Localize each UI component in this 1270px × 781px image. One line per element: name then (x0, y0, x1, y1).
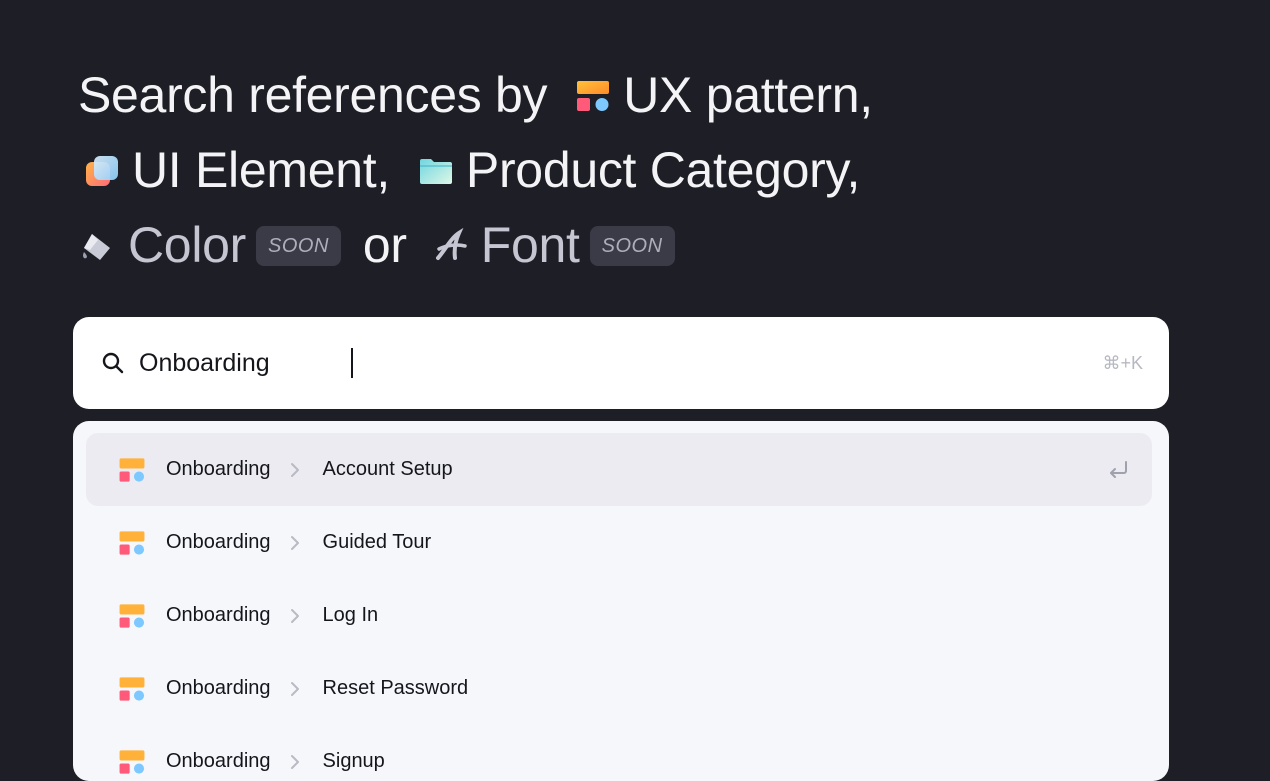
result-category: Onboarding (166, 677, 271, 699)
chevron-right-icon (290, 535, 299, 550)
product-category-link[interactable]: Product Category, (466, 133, 860, 208)
ux-pattern-icon (119, 457, 145, 482)
search-icon (102, 352, 124, 374)
keyboard-shortcut-hint: ⌘+K (1102, 352, 1143, 373)
result-row[interactable]: Onboarding Signup (86, 725, 1152, 781)
ui-element-icon (86, 155, 118, 186)
result-item: Log In (322, 604, 379, 626)
color-label: Color (128, 217, 246, 273)
text-caret (351, 348, 353, 378)
folder-icon (419, 158, 452, 184)
font-label: Font (480, 217, 580, 273)
headline-line-1: Search references by UX pattern, (78, 58, 1228, 133)
headline: Search references by UX pattern, UI Elem… (78, 58, 1228, 283)
font-icon (435, 227, 467, 260)
headline-line-3: Color SOON or Font SOON (78, 208, 1228, 283)
result-category: Onboarding (166, 531, 271, 553)
headline-prefix: Search references by (78, 67, 548, 123)
search-results-list: Onboarding Account Setup Onboarding Guid… (73, 421, 1169, 781)
result-category: Onboarding (166, 750, 271, 772)
ux-pattern-link[interactable]: UX pattern, (623, 58, 873, 133)
result-row[interactable]: Onboarding Account Setup (86, 433, 1152, 506)
ux-pattern-icon (119, 749, 145, 774)
headline-line-2: UI Element, Product Category, (78, 133, 1228, 208)
result-row[interactable]: Onboarding Guided Tour (86, 506, 1152, 579)
chevron-right-icon (290, 608, 299, 623)
paint-bucket-icon (83, 233, 110, 260)
ux-pattern-icon (577, 80, 610, 111)
font-soon-badge: SOON (589, 225, 675, 266)
result-item: Signup (322, 750, 385, 772)
chevron-right-icon (290, 681, 299, 696)
result-row[interactable]: Onboarding Log In (86, 579, 1152, 652)
enter-key-icon (1110, 460, 1127, 478)
result-category: Onboarding (166, 604, 271, 626)
result-item: Account Setup (322, 458, 453, 480)
result-category: Onboarding (166, 458, 271, 480)
result-row[interactable]: Onboarding Reset Password (86, 652, 1152, 725)
color-soon-badge: SOON (255, 225, 341, 266)
ux-pattern-icon (119, 603, 145, 628)
result-item: Reset Password (322, 677, 469, 699)
ux-pattern-icon (119, 530, 145, 555)
chevron-right-icon (290, 462, 299, 477)
chevron-right-icon (290, 754, 299, 769)
ux-pattern-icon (119, 676, 145, 701)
ui-element-link[interactable]: UI Element, (132, 133, 390, 208)
result-item: Guided Tour (322, 531, 432, 553)
search-box[interactable]: ⌘+K (73, 317, 1169, 409)
or-text: or (362, 217, 407, 273)
search-input[interactable] (139, 348, 1103, 378)
